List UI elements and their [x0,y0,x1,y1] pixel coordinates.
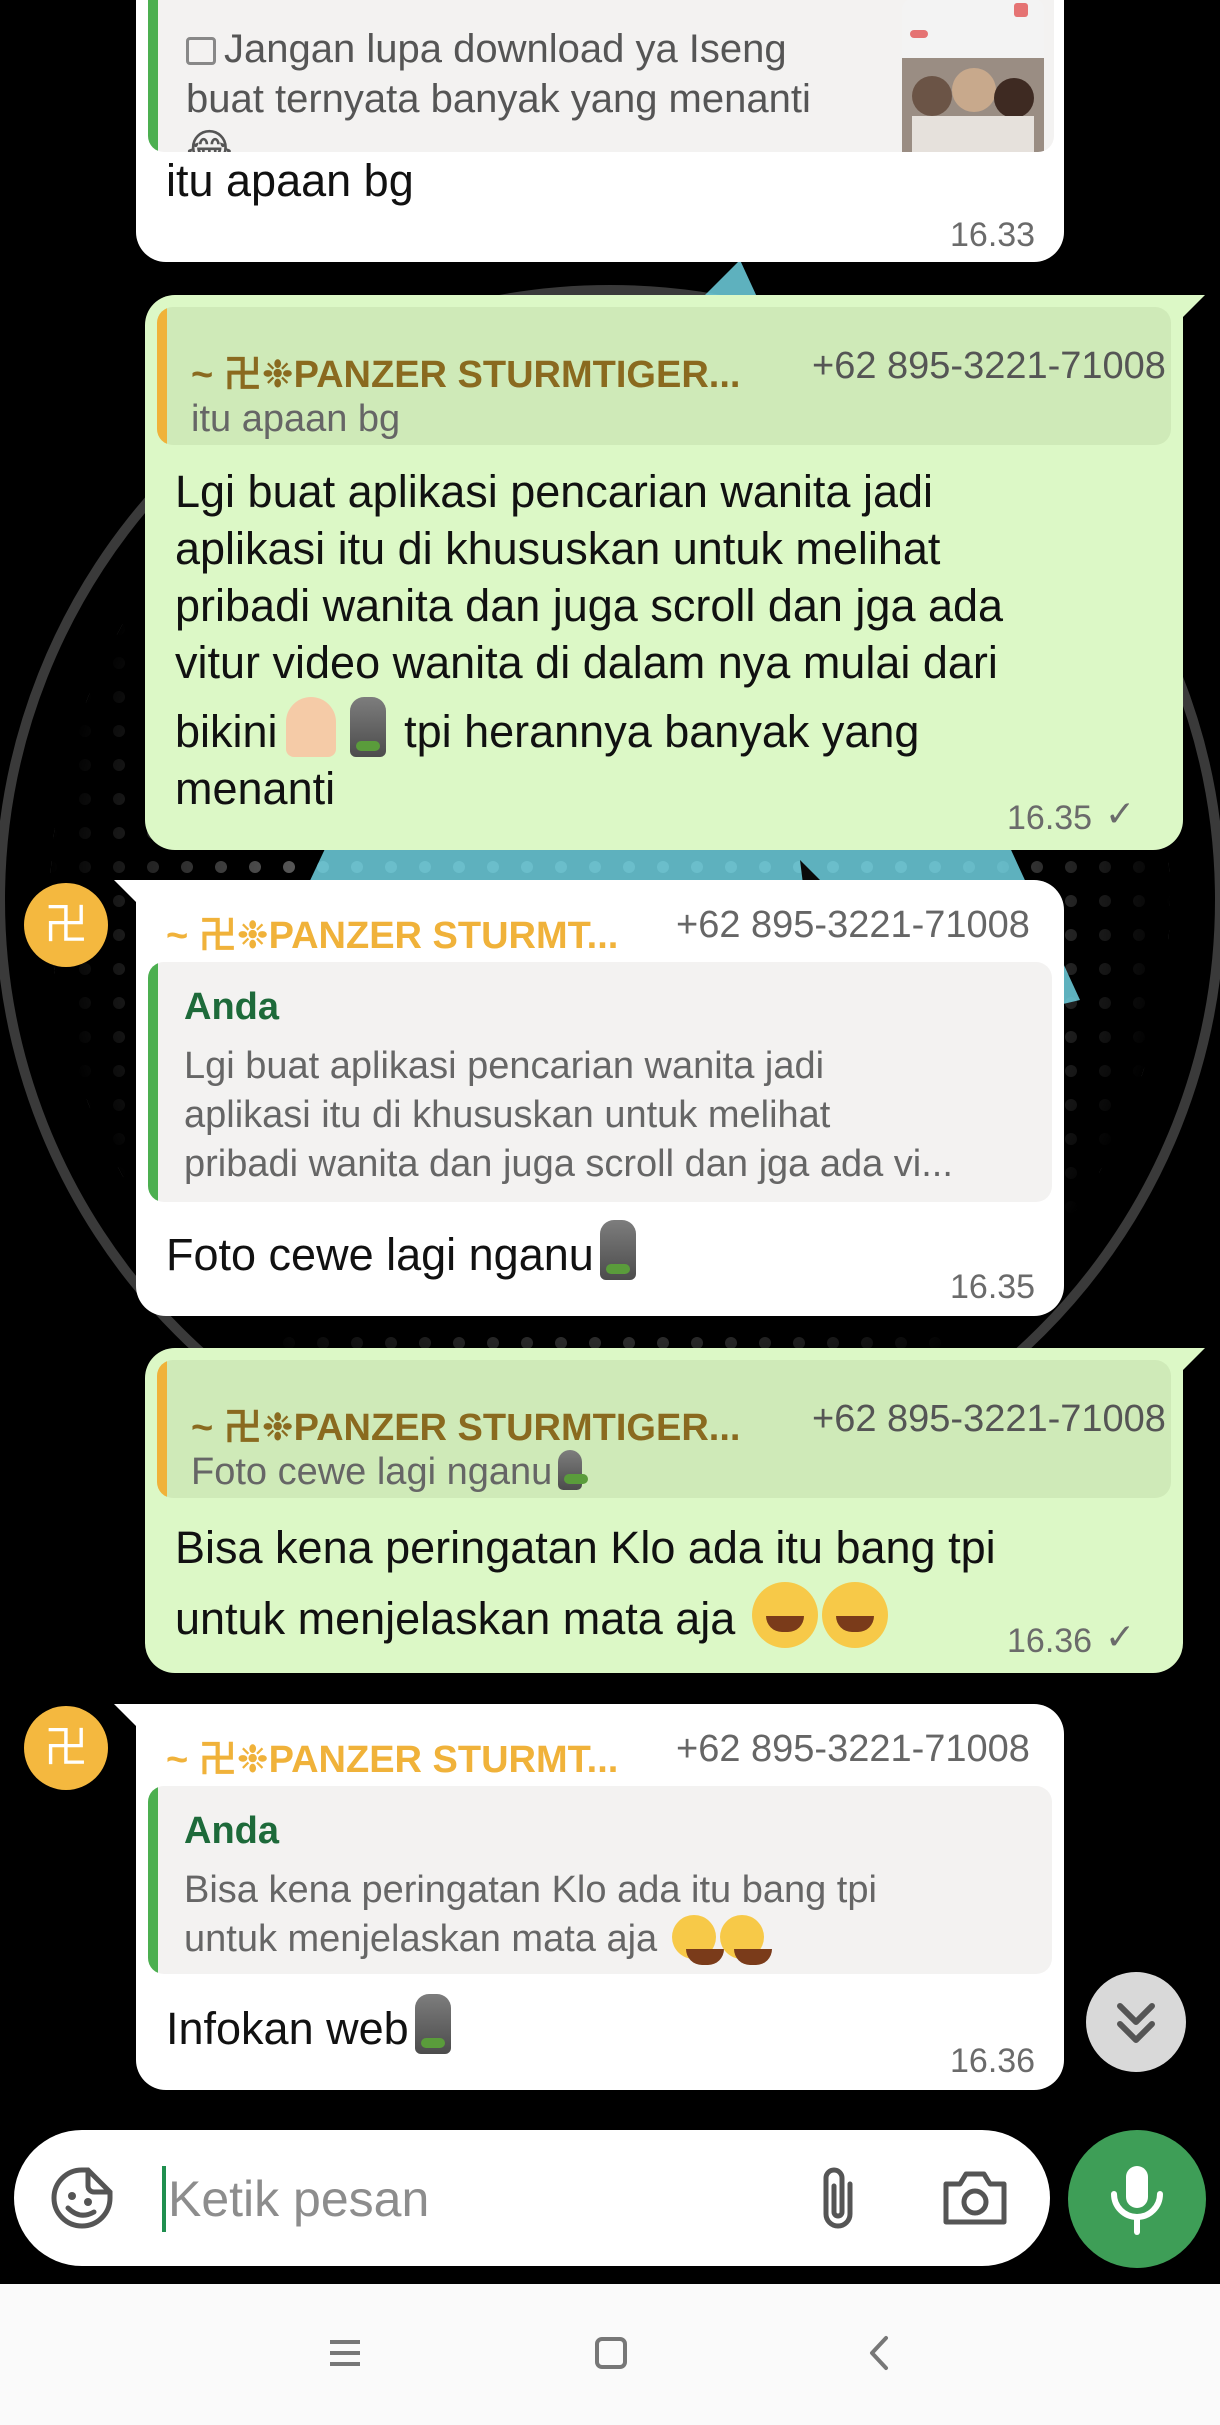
quoted-sender-phone: +62 895-3221-71008 [812,1398,1166,1440]
sticker-icon[interactable] [50,2166,114,2230]
double-chevron-down-icon [1117,2003,1155,2043]
laughing-emoji [751,1582,818,1648]
scroll-to-bottom-button[interactable] [1086,1972,1186,2072]
message-bubble-outgoing[interactable]: ~ 卍❉PANZER STURMTIGER... +62 895-3221-71… [145,1348,1205,1673]
sender-phone: +62 895-3221-71008 [676,904,1030,946]
sender-avatar[interactable]: 卍 [24,883,108,967]
moai-emoji [349,697,386,757]
quoted-sender-name: ~ 卍❉PANZER STURMTIGER... [191,354,741,396]
message-text: Infokan web [166,1994,457,2057]
quoted-message-text: Jangan lupa download ya Iseng buat terny… [186,24,826,152]
microphone-icon [1111,2166,1163,2235]
message-time: 16.33 [950,216,1036,254]
laughing-emoji [719,1915,772,1965]
laughing-emoji [671,1915,724,1965]
moai-emoji [599,1220,636,1280]
moai-emoji [414,1994,451,2054]
quoted-message[interactable]: Anda Bisa kena peringatan Klo ada itu ba… [148,1786,1052,1974]
message-time: 16.35 [1007,799,1093,837]
sender-phone: +62 895-3221-71008 [676,1728,1030,1770]
camera-icon[interactable] [940,2168,1010,2228]
recent-apps-button[interactable] [320,2328,370,2378]
text-caret [162,2166,166,2232]
quoted-message-text: Bisa kena peringatan Klo ada itu bang tp… [184,1869,877,1965]
quoted-message[interactable]: Anda Lgi buat aplikasi pencarian wanita … [148,962,1052,1202]
image-thumbnail[interactable] [902,0,1044,152]
voice-message-button[interactable] [1068,2130,1206,2268]
quoted-message[interactable]: ~ 卍❉PANZER STURMTIGER... +62 895-3221-71… [157,307,1171,445]
quoted-sender-phone: +62 895-3221-71008 [812,345,1166,387]
folded-hands-emoji [285,697,336,757]
quoted-message-text: Lgi buat aplikasi pencarian wanita jadi … [184,1045,953,1185]
back-button[interactable] [856,2328,906,2378]
message-text: itu apaan bg [166,155,414,206]
message-text: Bisa kena peringatan Klo ada itu bang tp… [175,1514,1135,1653]
message-input[interactable]: Ketik pesan [168,2170,429,2228]
quoted-message[interactable]: Jangan lupa download ya Iseng buat terny… [148,0,1054,152]
home-button[interactable] [586,2328,636,2378]
message-time: 16.35 [950,1268,1036,1306]
quoted-sender-name: ~ 卍❉PANZER STURMTIGER... [191,1407,741,1449]
quoted-author: Anda [184,1810,279,1852]
quoted-author: Anda [184,986,279,1028]
laughing-emoji: 😂 [186,126,233,152]
checkmark-icon: ✓ [1105,793,1136,834]
laughing-emoji [821,1582,888,1648]
message-bubble-incoming[interactable]: ~ 卍❉PANZER STURMT... +62 895-3221-71008 … [114,880,1064,1316]
message-composer: Ketik pesan [14,2130,1050,2266]
system-navigation-bar [0,2284,1220,2425]
message-bubble-previous[interactable]: Jangan lupa download ya Iseng buat terny… [136,0,1064,262]
message-time: 16.36 [950,2042,1036,2080]
paperclip-icon[interactable] [810,2164,870,2234]
moai-emoji [558,1450,589,1490]
checkmark-icon: ✓ [1105,1616,1136,1657]
message-bubble-outgoing[interactable]: ~ 卍❉PANZER STURMTIGER... +62 895-3221-71… [145,295,1205,850]
quoted-message-text: itu apaan bg [191,398,401,440]
message-text: Foto cewe lagi nganu [166,1220,642,1283]
message-time: 16.36 [1007,1622,1093,1660]
message-bubble-incoming[interactable]: ~ 卍❉PANZER STURMT... +62 895-3221-71008 … [114,1704,1064,2090]
message-text: Lgi buat aplikasi pencarian wanita jadi … [175,466,1004,814]
sender-name: ~ 卍❉PANZER STURMT... [166,915,619,957]
sender-avatar[interactable]: 卍 [24,1706,108,1790]
quoted-message-text: Foto cewe lagi nganu [191,1448,589,1497]
image-icon [186,37,216,65]
sender-name: ~ 卍❉PANZER STURMT... [166,1739,619,1781]
quoted-message[interactable]: ~ 卍❉PANZER STURMTIGER... +62 895-3221-71… [157,1360,1171,1498]
